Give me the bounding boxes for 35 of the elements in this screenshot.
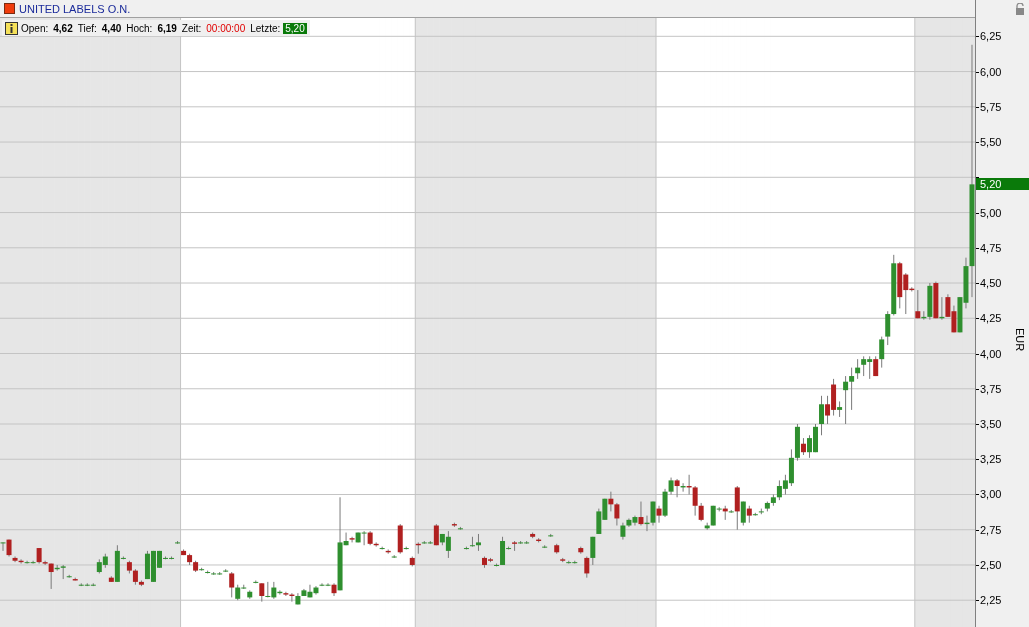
quote-label: Letzte: [250, 22, 281, 34]
instrument-color-icon [4, 3, 15, 14]
last-price-value: 5,20 [283, 22, 307, 34]
y-axis-label: 5,75 [980, 100, 1002, 113]
last-price-marker: 5,20 [976, 178, 1029, 191]
candlestick [548, 533, 554, 538]
y-axis-label: 4,50 [980, 277, 1002, 289]
info-icon[interactable] [5, 21, 18, 35]
y-axis-label: 2,25 [980, 594, 1002, 607]
y-axis-label: 3,50 [980, 418, 1002, 430]
y-axis-label: 5,00 [980, 206, 1002, 219]
quote-label: Open: [21, 22, 49, 34]
y-axis-label: 5,50 [980, 136, 1002, 149]
currency-unit-label: EUR [1014, 328, 1026, 352]
y-axis-label: 3,75 [980, 382, 1002, 395]
y-axis-label: 3,00 [980, 488, 1002, 501]
y-axis-label: 4,00 [980, 347, 1002, 360]
quote-time: 00:00:00 [205, 22, 247, 34]
y-axis-label: 6,25 [980, 30, 1002, 43]
quote-label: Tief: [77, 22, 97, 34]
quote-value: 4,40 [100, 22, 123, 34]
y-axis-label: 2,50 [980, 558, 1002, 571]
quote-label: Zeit: [181, 22, 202, 34]
y-axis-label: 3,25 [980, 453, 1002, 466]
quote-value: 4,62 [52, 22, 74, 34]
candlestick [554, 543, 560, 555]
lock-icon[interactable] [1015, 3, 1025, 15]
quote-value: 6,19 [156, 22, 178, 34]
y-axis-label: 2,75 [980, 523, 1002, 536]
candlestick [175, 540, 181, 545]
y-axis-label: 4,25 [980, 312, 1002, 325]
y-axis-label: 4,75 [980, 241, 1002, 254]
quote-label: Hoch: [126, 22, 153, 34]
y-axis-label: 6,00 [980, 65, 1002, 78]
instrument-title: UNITED LABELS O.N. [19, 2, 131, 15]
